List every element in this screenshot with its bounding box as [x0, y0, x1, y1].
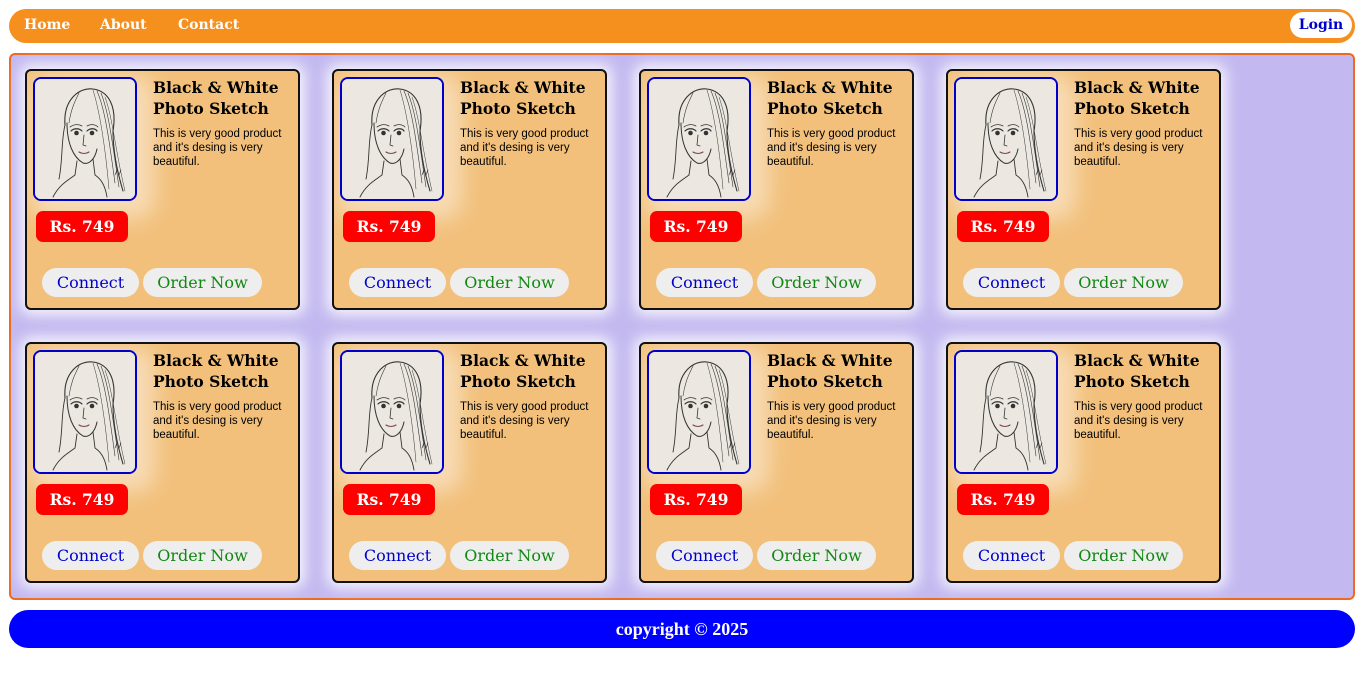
product-card: Black & White Photo Sketch This is very …	[25, 342, 300, 583]
nav-contact-link[interactable]: Contact	[178, 17, 239, 33]
product-card: Black & White Photo Sketch This is very …	[946, 69, 1221, 310]
product-image	[954, 350, 1058, 474]
order-now-button[interactable]: Order Now	[757, 541, 876, 570]
product-image	[647, 77, 751, 201]
product-card: Black & White Photo Sketch This is very …	[332, 342, 607, 583]
product-card: Black & White Photo Sketch This is very …	[639, 342, 914, 583]
price-badge: Rs. 749	[957, 484, 1049, 515]
order-now-button[interactable]: Order Now	[757, 268, 876, 297]
footer: copyright © 2025	[9, 610, 1355, 648]
product-description: This is very good product and it's desin…	[460, 401, 589, 441]
product-title: Black & White Photo Sketch	[1074, 351, 1200, 391]
sketch-portrait-image	[35, 79, 135, 199]
product-card: Black & White Photo Sketch This is very …	[332, 69, 607, 310]
product-description: This is very good product and it's desin…	[767, 128, 896, 168]
sketch-portrait-image	[35, 352, 135, 472]
product-description: This is very good product and it's desin…	[1074, 128, 1203, 168]
connect-button[interactable]: Connect	[656, 541, 753, 570]
product-title: Black & White Photo Sketch	[460, 78, 586, 118]
navbar: Home About Contact Login	[9, 9, 1355, 43]
sketch-portrait-image	[649, 352, 749, 472]
nav-home-link[interactable]: Home	[24, 17, 70, 33]
sketch-portrait-image	[956, 79, 1056, 199]
product-image	[33, 350, 137, 474]
order-now-button[interactable]: Order Now	[143, 268, 262, 297]
nav-about-link[interactable]: About	[100, 17, 147, 33]
product-grid: Black & White Photo Sketch This is very …	[9, 53, 1355, 600]
product-title: Black & White Photo Sketch	[767, 351, 893, 391]
order-now-button[interactable]: Order Now	[450, 268, 569, 297]
connect-button[interactable]: Connect	[42, 541, 139, 570]
price-badge: Rs. 749	[957, 211, 1049, 242]
product-card: Black & White Photo Sketch This is very …	[639, 69, 914, 310]
product-description: This is very good product and it's desin…	[1074, 401, 1203, 441]
connect-button[interactable]: Connect	[42, 268, 139, 297]
connect-button[interactable]: Connect	[656, 268, 753, 297]
product-description: This is very good product and it's desin…	[153, 401, 282, 441]
product-image	[340, 77, 444, 201]
connect-button[interactable]: Connect	[349, 541, 446, 570]
product-description: This is very good product and it's desin…	[460, 128, 589, 168]
product-card: Black & White Photo Sketch This is very …	[25, 69, 300, 310]
product-title: Black & White Photo Sketch	[460, 351, 586, 391]
connect-button[interactable]: Connect	[349, 268, 446, 297]
product-title: Black & White Photo Sketch	[153, 78, 279, 118]
product-description: This is very good product and it's desin…	[767, 401, 896, 441]
price-badge: Rs. 749	[650, 484, 742, 515]
price-badge: Rs. 749	[650, 211, 742, 242]
price-badge: Rs. 749	[343, 484, 435, 515]
sketch-portrait-image	[342, 79, 442, 199]
connect-button[interactable]: Connect	[963, 268, 1060, 297]
product-title: Black & White Photo Sketch	[153, 351, 279, 391]
sketch-portrait-image	[956, 352, 1056, 472]
product-card: Black & White Photo Sketch This is very …	[946, 342, 1221, 583]
product-title: Black & White Photo Sketch	[767, 78, 893, 118]
price-badge: Rs. 749	[36, 211, 128, 242]
order-now-button[interactable]: Order Now	[1064, 268, 1183, 297]
login-button[interactable]: Login	[1290, 12, 1352, 38]
product-title: Black & White Photo Sketch	[1074, 78, 1200, 118]
order-now-button[interactable]: Order Now	[450, 541, 569, 570]
product-image	[647, 350, 751, 474]
price-badge: Rs. 749	[36, 484, 128, 515]
product-description: This is very good product and it's desin…	[153, 128, 282, 168]
order-now-button[interactable]: Order Now	[143, 541, 262, 570]
product-image	[340, 350, 444, 474]
copyright-text: copyright © 2025	[615, 618, 749, 639]
order-now-button[interactable]: Order Now	[1064, 541, 1183, 570]
price-badge: Rs. 749	[343, 211, 435, 242]
sketch-portrait-image	[649, 79, 749, 199]
connect-button[interactable]: Connect	[963, 541, 1060, 570]
sketch-portrait-image	[342, 352, 442, 472]
product-image	[33, 77, 137, 201]
product-image	[954, 77, 1058, 201]
